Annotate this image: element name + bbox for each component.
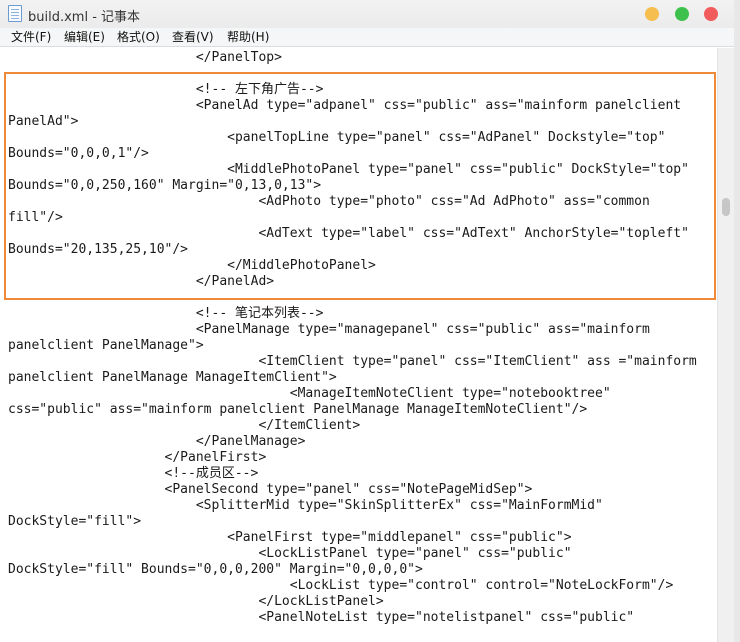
text-editor-area[interactable]: </PanelTop> <!-- 左下角广告--> <PanelAd type=… xyxy=(0,48,717,642)
code-line: </PanelAd> xyxy=(8,274,275,289)
menu-bar: 文件(F) 编辑(E) 格式(O) 查看(V) 帮助(H) xyxy=(0,28,740,47)
menu-help[interactable]: 帮助(H) xyxy=(227,30,269,45)
maximize-button[interactable] xyxy=(675,7,689,21)
menu-edit[interactable]: 编辑(E) xyxy=(64,30,105,45)
code-line: </PanelTop> xyxy=(8,50,282,65)
code-line: <AdText type="label" css="AdText" Anchor… xyxy=(8,226,689,241)
window-title: build.xml - 记事本 xyxy=(28,10,141,25)
code-line: <ItemClient type="panel" css="ItemClient… xyxy=(8,354,697,369)
code-line: css="public" ass="mainform panelclient P… xyxy=(8,402,588,417)
menu-format[interactable]: 格式(O) xyxy=(117,30,160,45)
code-line: DockStyle="fill" Bounds="0,0,0,200" Marg… xyxy=(8,562,423,577)
code-line: </MiddlePhotoPanel> xyxy=(8,258,376,273)
code-line: Bounds="0,0,250,160" Margin="0,13,0,13"> xyxy=(8,178,322,193)
code-line: Bounds="0,0,0,1"/> xyxy=(8,146,149,161)
notepad-window: build.xml - 记事本 文件(F) 编辑(E) 格式(O) 查看(V) … xyxy=(0,0,740,642)
code-line: <PanelAd type="adpanel" css="public" ass… xyxy=(8,98,682,113)
minimize-button[interactable] xyxy=(645,7,659,21)
code-line: <PanelManage type="managepanel" css="pub… xyxy=(8,322,650,337)
menu-view[interactable]: 查看(V) xyxy=(172,30,214,45)
code-line: fill"/> xyxy=(8,210,63,225)
code-line: <!--成员区--> xyxy=(8,466,259,481)
code-line: </LockListPanel> xyxy=(8,594,384,609)
scrollbar-thumb[interactable] xyxy=(722,198,730,216)
code-line: <PanelNoteList type="notelistpanel" css=… xyxy=(8,610,635,625)
code-line: </PanelManage> xyxy=(8,434,306,449)
code-line: <AdPhoto type="photo" css="Ad AdPhoto" a… xyxy=(8,194,650,209)
code-line: <LockList type="control" control="NoteLo… xyxy=(8,578,674,593)
code-line: <SplitterMid type="SkinSplitterEx" css="… xyxy=(8,498,603,513)
code-line: panelclient PanelManage ManageItemClient… xyxy=(8,370,337,385)
code-line: <PanelFirst type="middlepanel" css="publ… xyxy=(8,530,572,545)
close-button[interactable] xyxy=(704,7,718,21)
code-line: <!-- 笔记本列表--> xyxy=(8,306,324,321)
code-line: </PanelFirst> xyxy=(8,450,267,465)
code-line: DockStyle="fill"> xyxy=(8,514,142,529)
menu-file[interactable]: 文件(F) xyxy=(11,30,51,45)
notepad-app-icon xyxy=(8,5,22,22)
code-line: <!-- 左下角广告--> xyxy=(8,82,324,97)
title-bar[interactable]: build.xml - 记事本 xyxy=(0,0,740,28)
code-line: <ManageItemNoteClient type="notebooktree… xyxy=(8,386,611,401)
code-line: <PanelSecond type="panel" css="NotePageM… xyxy=(8,482,533,497)
code-line: </ItemClient> xyxy=(8,418,361,433)
vertical-scrollbar[interactable] xyxy=(717,48,734,642)
code-line: <LockListPanel type="panel" css="public" xyxy=(8,546,572,561)
code-line: PanelAd"> xyxy=(8,114,79,129)
code-line: <panelTopLine type="panel" css="AdPanel"… xyxy=(8,130,666,145)
code-line: <MiddlePhotoPanel type="panel" css="publ… xyxy=(8,162,689,177)
code-line: Bounds="20,135,25,10"/> xyxy=(8,242,189,257)
window-border xyxy=(734,0,740,642)
code-line: panelclient PanelManage"> xyxy=(8,338,204,353)
